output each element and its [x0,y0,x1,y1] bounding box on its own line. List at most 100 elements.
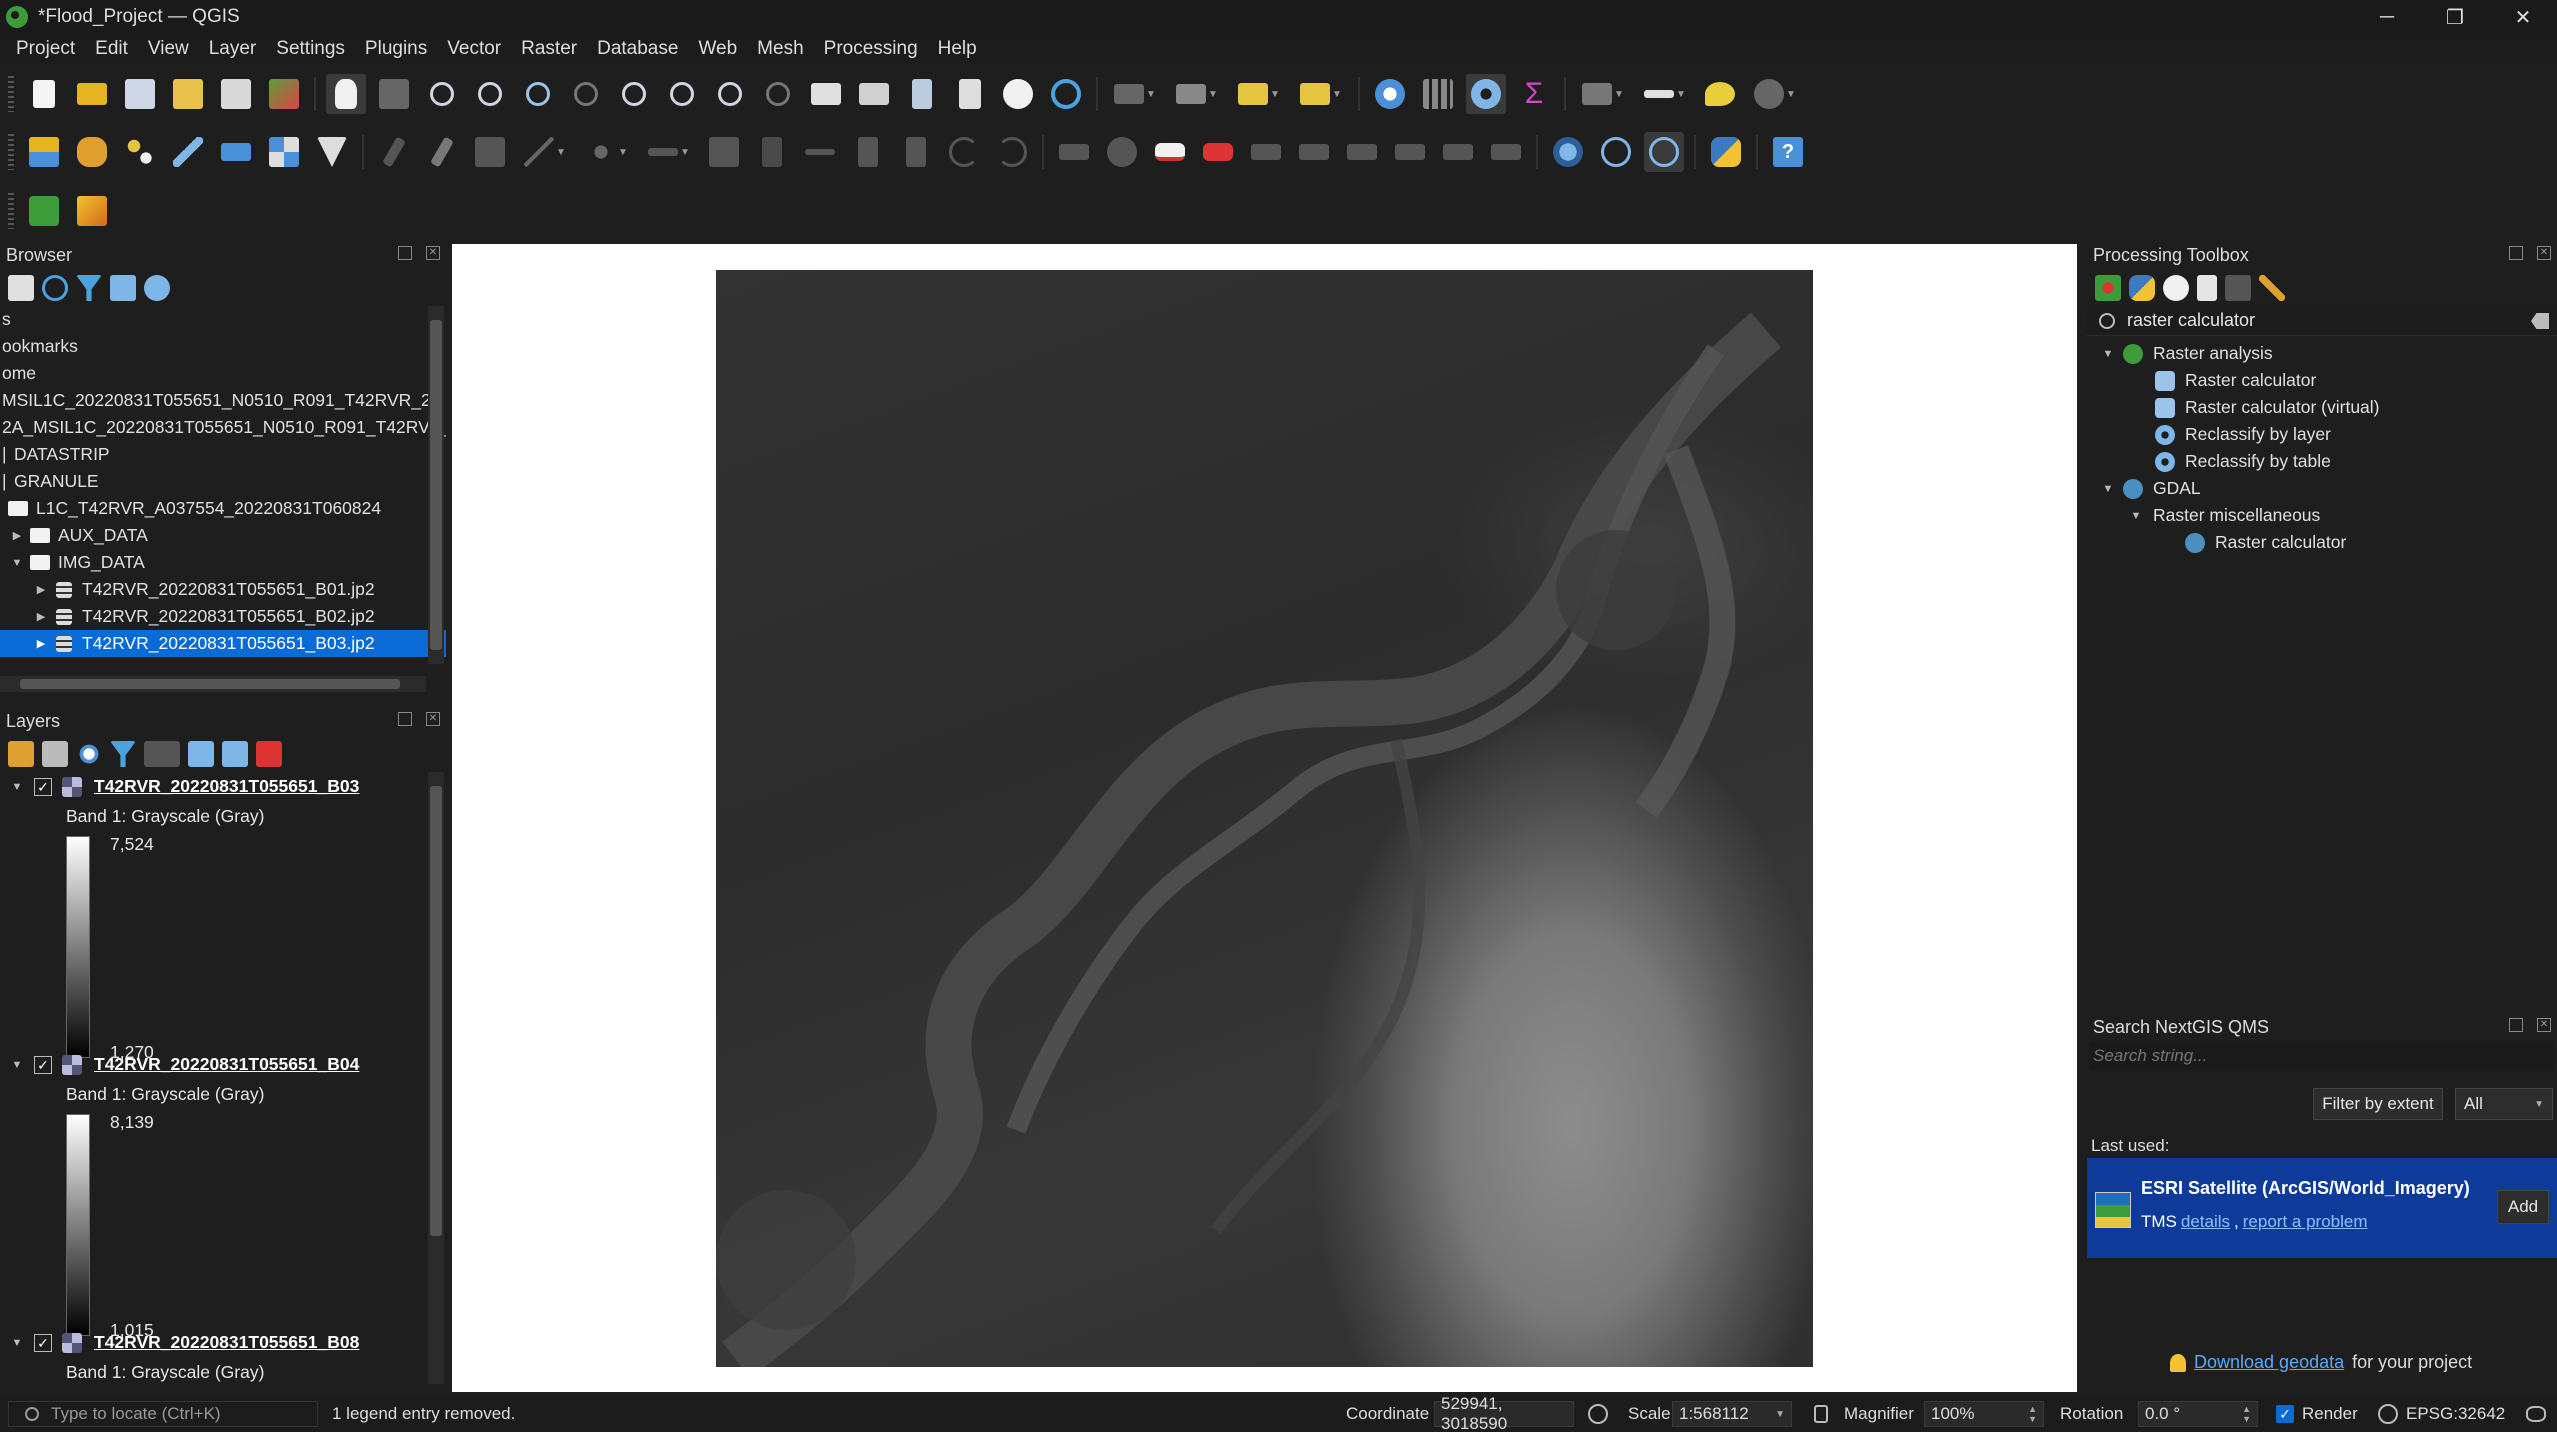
expand-arrow-icon[interactable]: ▶ [32,583,50,596]
select-location-icon[interactable]: ▼ [1294,74,1348,114]
select-by-value-icon[interactable]: ▼ [1170,74,1224,114]
browser-item-bookmarks[interactable]: ookmarks [0,333,446,360]
rotate-label-icon[interactable] [1438,132,1478,172]
new-bookmark-icon[interactable] [902,74,942,114]
algorithm-raster-calculator[interactable]: Raster calculator [2087,367,2557,394]
layer-item-b03[interactable]: ▼ ✓ T42RVR_20220831T055651_B03 [8,776,359,797]
new-3d-map-view-icon[interactable] [854,74,894,114]
spinner-arrows-icon[interactable]: ▲ ▼ [2028,1404,2037,1424]
models-icon[interactable] [2095,275,2121,301]
layer-visibility-checkbox[interactable]: ✓ [34,777,52,796]
measure-line-icon[interactable]: ▼ [1638,74,1692,114]
qms-search-input[interactable]: Search string... [2089,1042,2553,1070]
show-bookmarks-icon[interactable] [950,74,990,114]
algorithm-raster-calculator-virtual[interactable]: Raster calculator (virtual) [2087,394,2557,421]
toolbar-handle[interactable] [8,76,14,112]
new-print-layout-icon[interactable] [168,74,208,114]
expand-arrow-icon[interactable]: ▶ [8,529,26,542]
menu-raster[interactable]: Raster [511,38,587,60]
collapse-arrow-icon[interactable]: ▼ [2127,510,2145,522]
menu-view[interactable]: View [138,38,199,60]
maximize-button[interactable]: ❐ [2421,0,2489,34]
style-manager-icon[interactable] [264,74,304,114]
add-selected-layers-icon[interactable] [8,275,34,301]
temporal-controller-icon[interactable] [998,74,1038,114]
statistical-summary-icon[interactable]: Σ [1514,74,1554,114]
plugin-yellow-icon[interactable] [72,191,112,231]
menu-vector[interactable]: Vector [437,38,511,60]
filter-browser-icon[interactable] [76,275,102,301]
collapse-arrow-icon[interactable]: ▼ [2099,483,2117,495]
menu-mesh[interactable]: Mesh [747,38,813,60]
map-tips-icon[interactable] [1700,74,1740,114]
processing-search-input[interactable]: raster calculator [2127,310,2255,331]
browser-item-granule[interactable]: | GRANULE [0,468,446,495]
data-source-manager-icon[interactable] [24,132,64,172]
digitize-line-icon[interactable]: ▼ [518,132,572,172]
group-raster-analysis[interactable]: ▼ Raster analysis [2087,340,2557,367]
zoom-native-icon[interactable] [662,74,702,114]
collapse-all-icon[interactable] [222,741,248,767]
new-geopackage-icon[interactable] [72,132,112,172]
add-group-icon[interactable] [42,741,68,767]
identify-features-icon[interactable] [1370,74,1410,114]
browser-item-img-data[interactable]: ▼ IMG_DATA [0,549,446,576]
toggle-extents-icon[interactable] [1588,1404,1608,1424]
zoom-out-icon[interactable] [470,74,510,114]
copy-features-icon[interactable] [848,132,888,172]
processing-search[interactable]: raster calculator [2087,306,2557,336]
zoom-to-layer-icon[interactable] [614,74,654,114]
pin-unpin-labels-icon[interactable] [1294,132,1334,172]
minimize-button[interactable]: ─ [2353,0,2421,34]
pin-labels-icon[interactable] [1102,132,1142,172]
browser-item-b01[interactable]: ▶ T42RVR_20220831T055651_B01.jp2 [0,576,446,603]
layer-diagram-icon[interactable] [1198,132,1238,172]
crs-globe-icon[interactable] [2378,1404,2398,1424]
browser-hscrollbar[interactable] [0,676,426,692]
zoom-to-selection-icon[interactable] [566,74,606,114]
rotation-field[interactable]: 0.0 ° ▲ ▼ [2138,1401,2258,1427]
clear-search-icon[interactable] [2531,313,2549,329]
move-label-icon[interactable] [1390,132,1430,172]
float-panel-button[interactable] [398,712,412,726]
menu-help[interactable]: Help [928,38,987,60]
render-checkbox[interactable]: ✓ [2276,1405,2294,1423]
messages-icon[interactable] [2526,1406,2546,1422]
refresh-browser-icon[interactable] [42,275,68,301]
zoom-in-icon[interactable] [422,74,462,114]
menu-edit[interactable]: Edit [85,38,138,60]
results-viewer-icon[interactable] [2197,275,2217,301]
undo-icon[interactable] [944,132,984,172]
browser-item-safe-folder-2[interactable]: 2A_MSIL1C_20220831T055651_N0510_R091_T42… [0,414,446,441]
actions-icon[interactable]: ▼ [1748,74,1802,114]
browser-item-datastrip[interactable]: | DATASTRIP [0,441,446,468]
expand-arrow-icon[interactable]: ▶ [32,637,50,650]
qms-search-icon[interactable] [1644,132,1684,172]
layer-labeling-icon[interactable] [1150,132,1190,172]
zoom-full-icon[interactable] [518,74,558,114]
raster-image[interactable] [716,270,1813,1367]
manage-themes-icon[interactable] [76,741,102,767]
quickmapservices-icon[interactable] [24,191,64,231]
algorithm-reclassify-by-table[interactable]: Reclassify by table [2087,448,2557,475]
browser-item-b03[interactable]: ▶ T42RVR_20220831T055651_B03.jp2 [0,630,446,657]
open-attribute-table-icon[interactable] [1418,74,1458,114]
layer-item-b08[interactable]: ▼ ✓ T42RVR_20220831T055651_B08 [8,1332,359,1353]
toolbar-handle[interactable] [8,193,14,229]
processing-toolbox-icon[interactable] [1466,74,1506,114]
scripts-icon[interactable] [2129,275,2155,301]
coordinate-field[interactable]: 529941, 3018590 [1434,1394,1574,1432]
label-toolbar-icon[interactable] [1054,132,1094,172]
toggle-editing-icon[interactable] [374,132,414,172]
float-panel-button[interactable] [2509,246,2523,260]
browser-item-aux-data[interactable]: ▶ AUX_DATA [0,522,446,549]
style-panel-icon[interactable] [8,741,34,767]
collapse-arrow-icon[interactable]: ▼ [8,1059,26,1071]
collapse-arrow-icon[interactable]: ▼ [2099,348,2117,360]
algorithm-gdal-raster-calculator[interactable]: Raster calculator [2087,529,2557,556]
edit-features-in-place-icon[interactable] [2225,275,2251,301]
menu-plugins[interactable]: Plugins [355,38,437,60]
expand-all-icon[interactable] [188,741,214,767]
new-map-view-icon[interactable] [806,74,846,114]
details-link[interactable]: details [2181,1212,2230,1232]
